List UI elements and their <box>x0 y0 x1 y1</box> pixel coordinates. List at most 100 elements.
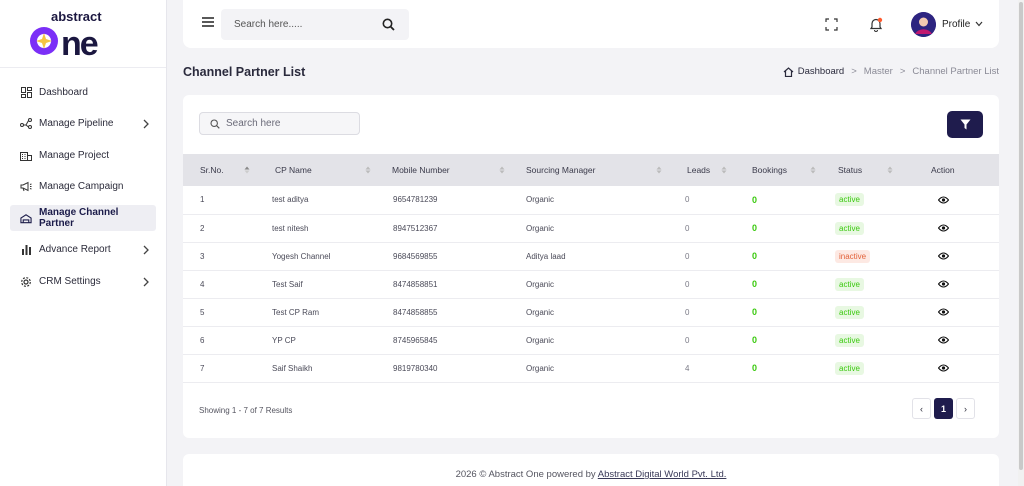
chevron-down-icon[interactable] <box>975 21 983 27</box>
scrollbar-thumb[interactable] <box>1019 2 1023 470</box>
eye-icon[interactable] <box>938 196 949 204</box>
column-header-bookings[interactable]: Bookings <box>735 154 824 186</box>
cell-cp-name: test nitesh <box>272 223 309 233</box>
header-search-input[interactable] <box>234 9 374 40</box>
dashboard-icon <box>20 86 32 98</box>
next-page-button[interactable]: › <box>956 398 975 419</box>
chevron-right-icon <box>143 277 149 287</box>
breadcrumb-current: Channel Partner List <box>912 66 999 77</box>
prev-page-button[interactable]: ‹ <box>912 398 931 419</box>
search-icon[interactable] <box>382 18 395 31</box>
cell-sourcing-manager: Organic <box>526 223 555 233</box>
page-scrollbar[interactable] <box>1018 0 1024 486</box>
cell-sourcing-manager: Organic <box>526 279 555 289</box>
sort-icon <box>499 166 505 174</box>
status-badge: active <box>835 361 864 375</box>
table-search-input[interactable] <box>226 113 354 134</box>
table-row: 5 Test CP Ram 8474858855 Organic 0 0 act… <box>183 298 999 326</box>
cell-sr-no: 2 <box>200 223 205 233</box>
table-row: 1 test aditya 9654781239 Organic 0 0 act… <box>183 186 999 214</box>
breadcrumb-master[interactable]: Master <box>864 66 893 77</box>
eye-icon[interactable] <box>938 224 949 232</box>
breadcrumb-separator: > <box>899 66 906 77</box>
sort-icon <box>887 166 893 174</box>
footer-text: 2026 © Abstract One powered by <box>455 469 598 480</box>
column-header-action: Action <box>931 165 955 175</box>
status-badge: active <box>835 333 864 347</box>
sidebar-item-label: Manage Project <box>39 149 110 161</box>
sidebar-item-label: Manage Pipeline <box>39 118 114 130</box>
pipeline-icon <box>20 118 32 130</box>
cell-cp-name: Yogesh Channel <box>272 251 331 261</box>
eye-icon[interactable] <box>938 252 949 260</box>
logo-text-top: abstract <box>51 9 102 24</box>
cell-leads: 0 <box>685 195 690 205</box>
cell-mobile-number: 9654781239 <box>393 195 438 205</box>
table-header-row: Sr.No. CP Name Mobile Number Sourcing Ma… <box>183 154 999 186</box>
table-row: 3 Yogesh Channel 9684569855 Aditya laad … <box>183 242 999 270</box>
chevron-right-icon <box>143 245 149 255</box>
sidebar-item-label: Manage Campaign <box>39 181 124 193</box>
cell-cp-name: Test CP Ram <box>272 307 319 317</box>
footer: 2026 © Abstract One powered by Abstract … <box>183 454 999 486</box>
cell-sourcing-manager: Organic <box>526 335 555 345</box>
building-icon <box>20 149 32 161</box>
status-badge: inactive <box>835 249 871 263</box>
page-number-button[interactable]: 1 <box>934 398 953 419</box>
breadcrumb-home[interactable]: Dashboard <box>783 66 844 77</box>
breadcrumb-home-label: Dashboard <box>797 66 845 77</box>
cell-leads: 0 <box>685 251 690 261</box>
chevron-right-icon <box>143 119 149 129</box>
cell-sr-no: 5 <box>200 307 205 317</box>
footer-company-link[interactable]: Abstract Digital World Pvt. Ltd. <box>598 469 727 480</box>
cell-mobile-number: 9684569855 <box>393 251 438 261</box>
results-summary: Showing 1 - 7 of 7 Results <box>199 406 293 415</box>
column-header-mobile-number[interactable]: Mobile Number <box>379 154 513 186</box>
status-badge: active <box>835 193 864 207</box>
profile-label[interactable]: Profile <box>942 19 970 30</box>
sidebar-item-dashboard[interactable]: Dashboard <box>10 79 156 105</box>
pagination: ‹ 1 › <box>912 398 975 419</box>
cell-cp-name: Test Saif <box>272 279 303 289</box>
column-header-status[interactable]: Status <box>824 154 901 186</box>
column-header-cp-name[interactable]: CP Name <box>258 154 379 186</box>
sidebar-item-crm-settings[interactable]: CRM Settings <box>10 269 156 295</box>
avatar[interactable] <box>911 12 936 37</box>
fullscreen-icon[interactable] <box>825 18 838 31</box>
logo[interactable]: abstract ne <box>0 0 166 68</box>
status-badge: active <box>835 221 864 235</box>
sidebar-item-label: Advance Report <box>39 244 111 256</box>
page-title: Channel Partner List <box>183 65 306 79</box>
bell-icon[interactable] <box>869 17 883 32</box>
bar-chart-icon <box>20 244 32 256</box>
sort-icon <box>365 166 371 174</box>
cell-bookings: 0 <box>752 363 758 373</box>
cell-mobile-number: 8474858851 <box>393 279 438 289</box>
sidebar-item-manage-pipeline[interactable]: Manage Pipeline <box>10 111 156 137</box>
sidebar-item-advance-report[interactable]: Advance Report <box>10 237 156 263</box>
column-header-sr-no[interactable]: Sr.No. <box>183 154 258 186</box>
cell-bookings: 0 <box>752 251 758 261</box>
eye-icon[interactable] <box>938 308 949 316</box>
filter-button[interactable] <box>947 111 983 138</box>
sidebar-item-label: CRM Settings <box>39 276 101 288</box>
column-header-leads[interactable]: Leads <box>670 154 735 186</box>
table-row: 4 Test Saif 8474858851 Organic 0 0 activ… <box>183 270 999 298</box>
cell-mobile-number: 8474858855 <box>393 307 438 317</box>
hamburger-menu-icon[interactable] <box>201 16 215 28</box>
eye-icon[interactable] <box>938 280 949 288</box>
status-badge: active <box>835 277 864 291</box>
eye-icon[interactable] <box>938 336 949 344</box>
cell-sr-no: 6 <box>200 335 205 345</box>
column-header-sourcing-manager[interactable]: Sourcing Manager <box>513 154 670 186</box>
cell-bookings: 0 <box>752 335 758 345</box>
partner-icon <box>20 212 32 224</box>
sidebar-item-manage-project[interactable]: Manage Project <box>10 142 156 168</box>
table-search-box <box>199 112 360 135</box>
status-badge: active <box>835 305 864 319</box>
sidebar-item-manage-campaign[interactable]: Manage Campaign <box>10 174 156 200</box>
eye-icon[interactable] <box>938 364 949 372</box>
sidebar-item-label: Dashboard <box>39 86 88 98</box>
sidebar-item-manage-channel-partner[interactable]: Manage Channel Partner <box>10 205 156 232</box>
cell-mobile-number: 8745965845 <box>393 335 438 345</box>
